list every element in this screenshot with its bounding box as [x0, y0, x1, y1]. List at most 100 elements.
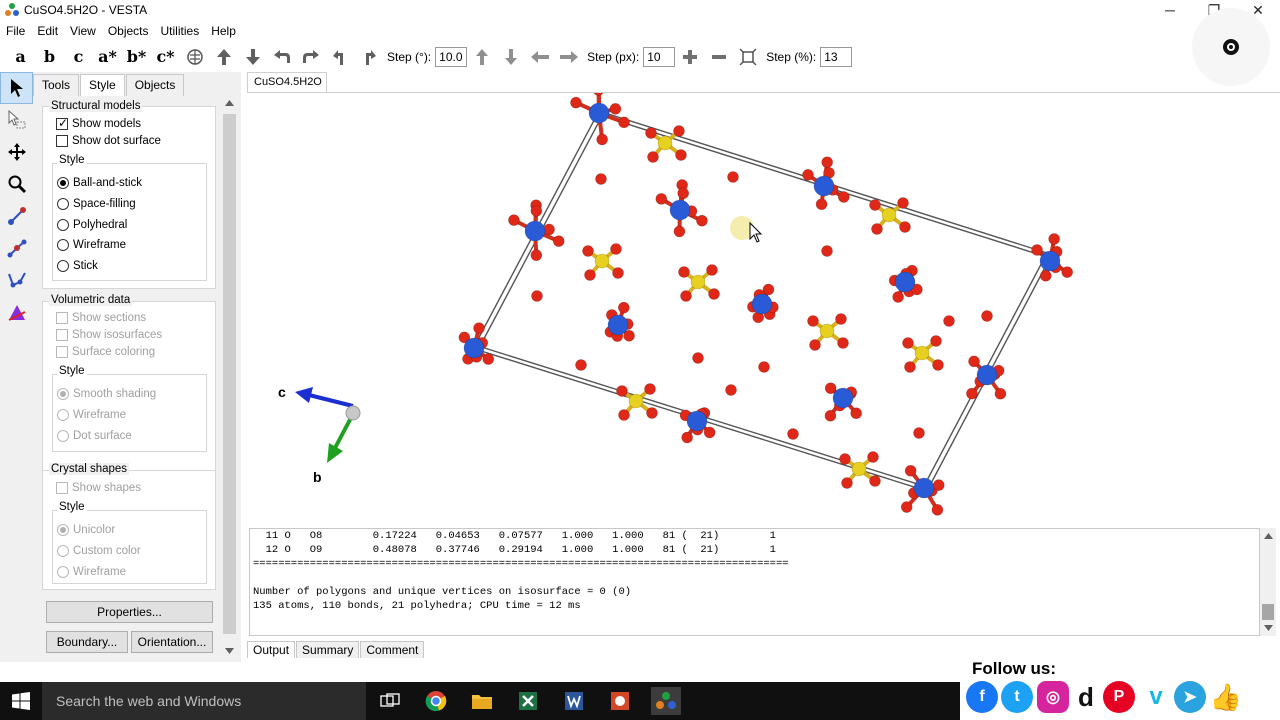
dailymotion-icon[interactable]: d	[1070, 681, 1102, 713]
scroll-down-icon[interactable]	[225, 648, 234, 654]
menu-edit[interactable]: Edit	[37, 24, 58, 38]
water-oxygen-atom[interactable]	[981, 310, 993, 322]
vol-wireframe-radio[interactable]: Wireframe	[57, 409, 126, 421]
tab-comment[interactable]: Comment	[360, 641, 425, 658]
taskbar-search-box[interactable]: Search the web and Windows	[42, 682, 366, 720]
instagram-icon[interactable]: ◎	[1037, 681, 1069, 713]
oxygen-atom[interactable]	[932, 479, 945, 491]
oxygen-atom[interactable]	[673, 225, 686, 238]
oxygen-atom[interactable]	[644, 383, 656, 395]
properties-button[interactable]: Properties...	[46, 601, 213, 623]
oxygen-atom[interactable]	[680, 290, 692, 302]
sulfur-atom[interactable]	[851, 461, 867, 477]
translate-up-icon[interactable]	[467, 45, 496, 69]
copper-atom[interactable]	[976, 364, 998, 386]
output-console[interactable]: 11 O O8 0.17224 0.04653 0.07577 1.000 1.…	[249, 528, 1260, 636]
oxygen-atom[interactable]	[570, 96, 582, 109]
rotate-down-icon[interactable]	[238, 45, 267, 69]
step-degree-input[interactable]: 10.0	[435, 46, 468, 67]
oxygen-atom[interactable]	[931, 504, 944, 516]
copper-atom[interactable]	[669, 199, 691, 221]
oxygen-atom[interactable]	[618, 116, 630, 129]
oxygen-atom[interactable]	[1048, 233, 1060, 245]
oxygen-atom[interactable]	[706, 264, 718, 276]
copper-atom[interactable]	[913, 477, 935, 499]
view-along-c-button[interactable]: c	[64, 47, 93, 66]
twitter-icon[interactable]: t	[1001, 681, 1033, 713]
step-px-input[interactable]: 10	[643, 46, 676, 67]
oxygen-atom[interactable]	[618, 409, 630, 421]
panel-scroll-thumb[interactable]	[223, 114, 236, 634]
show-isosurfaces-checkbox[interactable]: Show isosurfaces	[56, 329, 162, 341]
style-stick-radio[interactable]: Stick	[57, 260, 98, 272]
dot-surface-radio[interactable]: Dot surface	[57, 430, 132, 442]
output-scroll-up-icon[interactable]	[1264, 533, 1273, 539]
structure-viewport[interactable]: c b	[247, 81, 1280, 518]
show-shapes-checkbox[interactable]: Show shapes	[56, 482, 141, 494]
oxygen-atom[interactable]	[708, 288, 720, 300]
menu-help[interactable]: Help	[211, 24, 236, 38]
oxygen-atom[interactable]	[841, 477, 853, 489]
water-oxygen-atom[interactable]	[595, 173, 607, 185]
copper-atom[interactable]	[813, 175, 835, 197]
oxygen-atom[interactable]	[482, 353, 495, 365]
oxygen-atom[interactable]	[675, 149, 687, 161]
oxygen-atom[interactable]	[824, 382, 837, 395]
water-oxygen-atom[interactable]	[913, 427, 925, 439]
distance-tool[interactable]	[0, 200, 33, 232]
water-oxygen-atom[interactable]	[821, 245, 833, 257]
style-ball-and-stick-radio[interactable]: Ball-and-stick	[57, 177, 142, 189]
thumbs-up-icon[interactable]: 👍	[1210, 681, 1242, 713]
tab-summary[interactable]: Summary	[296, 641, 360, 658]
oxygen-atom[interactable]	[869, 475, 881, 487]
surface-coloring-checkbox[interactable]: Surface coloring	[56, 346, 155, 358]
copper-atom[interactable]	[1039, 250, 1061, 272]
copper-atom[interactable]	[894, 271, 916, 293]
show-sections-checkbox[interactable]: Show sections	[56, 312, 146, 324]
water-oxygen-atom[interactable]	[692, 352, 704, 364]
oxygen-atom[interactable]	[612, 267, 624, 279]
sulfur-atom[interactable]	[628, 393, 644, 409]
zoom-out-icon[interactable]	[704, 45, 733, 69]
oxygen-atom[interactable]	[1031, 244, 1043, 256]
custom-color-radio[interactable]: Custom color	[57, 545, 141, 557]
view-along-b-button[interactable]: b	[35, 47, 64, 66]
style-polyhedral-radio[interactable]: Polyhedral	[57, 219, 127, 231]
oxygen-atom[interactable]	[703, 426, 716, 439]
oxygen-atom[interactable]	[678, 266, 690, 278]
word-icon[interactable]	[559, 687, 589, 715]
translate-tool[interactable]	[0, 136, 33, 168]
oxygen-atom[interactable]	[839, 453, 851, 465]
copper-atom[interactable]	[686, 410, 708, 432]
oxygen-atom[interactable]	[899, 221, 911, 233]
rotate-up-icon[interactable]	[209, 45, 238, 69]
telegram-icon[interactable]: ➤	[1174, 681, 1206, 713]
translate-right-icon[interactable]	[554, 45, 583, 69]
menu-view[interactable]: View	[70, 24, 96, 38]
water-oxygen-atom[interactable]	[531, 290, 543, 302]
oxygen-atom[interactable]	[821, 156, 833, 169]
oxygen-atom[interactable]	[802, 169, 814, 181]
show-dot-surface-checkbox[interactable]: Show dot surface	[56, 135, 161, 147]
minimize-button[interactable]: ─	[1150, 0, 1190, 20]
oxygen-atom[interactable]	[850, 407, 862, 420]
powerpoint-icon[interactable]	[605, 687, 635, 715]
dihedral-tool[interactable]	[0, 264, 33, 296]
oxygen-atom[interactable]	[904, 464, 917, 477]
view-along-a-star-button[interactable]: a*	[93, 47, 122, 66]
vesta-taskbar-icon[interactable]	[651, 687, 681, 715]
unicolor-radio[interactable]: Unicolor	[57, 524, 115, 536]
oxygen-atom[interactable]	[673, 125, 685, 137]
structure-tab[interactable]: CuSO4.5H2O	[247, 72, 327, 92]
style-wireframe-radio[interactable]: Wireframe	[57, 239, 126, 251]
oxygen-atom[interactable]	[530, 249, 543, 261]
oxygen-atom[interactable]	[1039, 269, 1052, 282]
sulfur-atom[interactable]	[914, 345, 930, 361]
step-percent-input[interactable]: 13	[820, 46, 853, 67]
vimeo-icon[interactable]: v	[1140, 681, 1172, 713]
oxygen-atom[interactable]	[645, 127, 657, 139]
sulfur-atom[interactable]	[594, 253, 610, 269]
water-oxygen-atom[interactable]	[943, 315, 955, 327]
file-explorer-icon[interactable]	[467, 687, 497, 715]
output-scrollbar[interactable]	[1260, 528, 1276, 636]
